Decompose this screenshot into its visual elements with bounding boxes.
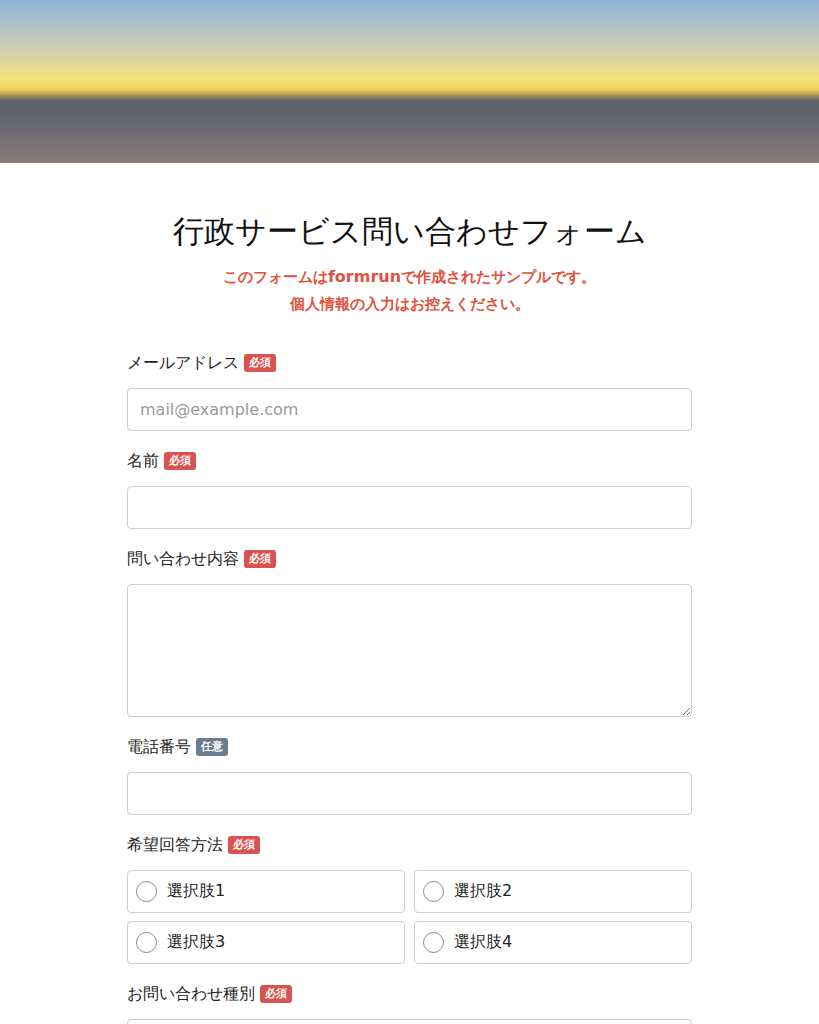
radio-option[interactable]: 選択肢4	[414, 921, 692, 964]
label-text: 電話番号	[127, 737, 191, 758]
radio-label: 選択肢4	[454, 932, 512, 953]
label-text: 希望回答方法	[127, 835, 223, 856]
text-input[interactable]	[127, 388, 692, 431]
notice-line: 個人情報の入力はお控えください。	[223, 291, 596, 318]
radio-icon[interactable]	[423, 932, 444, 953]
field-label: メールアドレス必須	[127, 351, 692, 375]
radio-label: 選択肢2	[454, 881, 512, 902]
label-text: 名前	[127, 451, 159, 472]
field-label: 問い合わせ内容必須	[127, 547, 692, 571]
radio-icon[interactable]	[136, 881, 157, 902]
radio-group: 選択肢1 選択肢2 選択肢3 選択肢4	[127, 870, 692, 964]
form-field: 名前必須	[127, 449, 692, 529]
notice: このフォームはformrunで作成されたサンプルです。個人情報の入力はお控えくだ…	[223, 263, 596, 318]
field-label: 希望回答方法必須	[127, 833, 692, 857]
contact-form: メールアドレス必須名前必須問い合わせ内容必須電話番号任意希望回答方法必須選択肢1…	[127, 351, 692, 1024]
hero-photo	[0, 0, 819, 163]
field-badge: 必須	[260, 985, 292, 1003]
form-title: 行政サービス問い合わせフォーム	[173, 211, 647, 251]
radio-icon[interactable]	[136, 932, 157, 953]
form-field: 問い合わせ内容必須	[127, 547, 692, 717]
page: 行政サービス問い合わせフォームこのフォームはformrunで作成されたサンプルで…	[0, 0, 819, 1024]
radio-option[interactable]: 選択肢2	[414, 870, 692, 913]
field-label: お問い合わせ種別必須	[127, 982, 692, 1006]
field-label: 電話番号任意	[127, 735, 692, 759]
notice-line: このフォームはformrunで作成されたサンプルです。	[223, 263, 596, 291]
field-badge: 必須	[244, 550, 276, 568]
text-input[interactable]	[127, 772, 692, 815]
field-badge: 必須	[228, 836, 260, 854]
radio-option[interactable]: 選択肢1	[127, 870, 405, 913]
form-field: メールアドレス必須	[127, 351, 692, 431]
field-label: 名前必須	[127, 449, 692, 473]
form-field: 電話番号任意	[127, 735, 692, 815]
label-text: メールアドレス	[127, 353, 239, 374]
radio-label: 選択肢1	[167, 881, 225, 902]
field-badge: 任意	[196, 738, 228, 756]
form-field: お問い合わせ種別必須	[127, 982, 692, 1024]
radio-icon[interactable]	[423, 881, 444, 902]
field-badge: 必須	[164, 452, 196, 470]
select-box[interactable]	[127, 1019, 692, 1024]
text-input[interactable]	[127, 486, 692, 529]
label-text: 問い合わせ内容	[127, 549, 239, 570]
brand-name: formrun	[328, 267, 401, 286]
form-field: 希望回答方法必須選択肢1 選択肢2 選択肢3 選択肢4	[127, 833, 692, 964]
textarea-input[interactable]	[127, 584, 692, 717]
radio-label: 選択肢3	[167, 932, 225, 953]
radio-option[interactable]: 選択肢3	[127, 921, 405, 964]
label-text: お問い合わせ種別	[127, 984, 255, 1005]
field-badge: 必須	[244, 354, 276, 372]
